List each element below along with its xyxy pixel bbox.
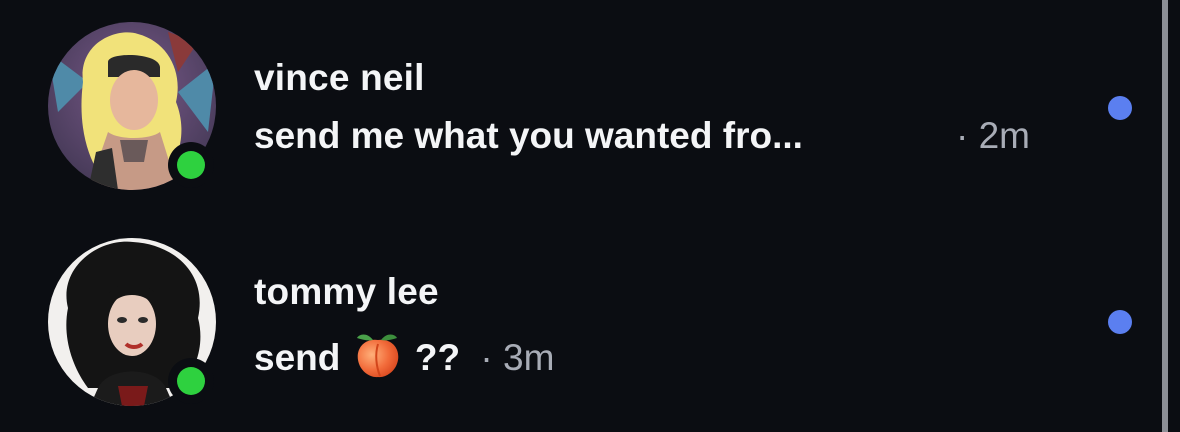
messages-list: vince neil send me what you wanted fro..… <box>0 0 1180 432</box>
unread-indicator <box>1108 310 1132 334</box>
preview-text: send me what you wanted fro... <box>254 115 803 156</box>
contact-name: tommy lee <box>254 271 439 312</box>
avatar[interactable] <box>48 238 216 406</box>
separator-dot: · <box>956 115 969 156</box>
separator-dot: · <box>480 337 493 378</box>
message-preview: send me what you wanted fro... <box>254 114 803 158</box>
contact-name: vince neil <box>254 57 425 98</box>
time-ago: 2m <box>978 115 1031 156</box>
timestamp: · 3m <box>480 337 554 378</box>
online-indicator <box>168 142 214 188</box>
avatar[interactable] <box>48 22 216 190</box>
peach-icon <box>353 330 403 380</box>
scrollbar[interactable] <box>1162 0 1168 432</box>
unread-indicator <box>1108 96 1132 120</box>
thread-row[interactable]: vince neil send me what you wanted fro..… <box>0 0 1160 216</box>
time-ago: 3m <box>503 337 555 378</box>
message-preview: send ?? · 3m <box>254 330 554 380</box>
thread-row[interactable]: tommy lee send ?? · 3m <box>0 216 1160 432</box>
timestamp: · 2m <box>956 114 1030 158</box>
preview-text: send <box>254 337 341 378</box>
preview-text-suffix: ?? <box>414 337 461 378</box>
online-indicator <box>168 358 214 404</box>
